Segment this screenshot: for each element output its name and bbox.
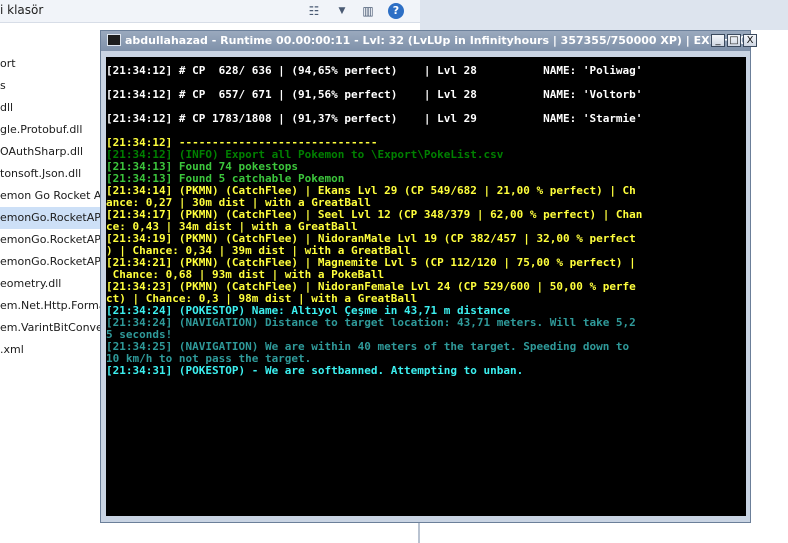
console-window: abdullahazad - Runtime 00.00:00:11 - Lvl… [100,30,788,523]
file-list-item[interactable]: s [0,75,100,97]
console-line: [21:34:31] (POKESTOP) - We are softbanne… [106,364,524,377]
file-list-item[interactable]: tonsoft.Json.dll [0,163,100,185]
file-list-item[interactable]: gle.Protobuf.dll [0,119,100,141]
console-line: [21:34:12] # CP 628/ 636 | (94,65% perfe… [106,64,643,77]
maximize-button[interactable]: □ [727,34,741,47]
help-icon[interactable]: ? [388,3,404,19]
new-folder-button[interactable]: i klasör [0,3,43,17]
file-list-item[interactable]: em.VarintBitConvert [0,317,100,339]
window-title: abdullahazad - Runtime 00.00:00:11 - Lvl… [125,34,788,47]
preview-pane-icon[interactable]: ▥ [360,3,376,19]
window-titlebar[interactable]: abdullahazad - Runtime 00.00:00:11 - Lvl… [101,31,788,51]
desktop-background [420,0,788,30]
console-lines: [21:34:12] # CP 628/ 636 | (94,65% perfe… [106,57,746,516]
file-list-item[interactable]: dll [0,97,100,119]
file-list-item[interactable]: emonGo.RocketAPI.C [0,229,100,251]
explorer-toolbar: i klasör ☷ ▼ ▥ ? [0,0,420,23]
file-list-item[interactable]: eometry.dll [0,273,100,295]
console-output[interactable]: [21:34:12] # CP 628/ 636 | (94,65% perfe… [106,57,746,516]
console-line: [21:34:12] # CP 1783/1808 | (91,37% perf… [106,112,643,125]
console-line: [21:34:12] # CP 657/ 671 | (91,56% perfe… [106,88,643,101]
console-line: [21:34:24] (NAVIGATION) Distance to targ… [106,316,636,329]
file-list-item[interactable]: ort [0,53,100,75]
minimize-button[interactable]: _ [711,34,725,47]
file-list-item[interactable]: emon Go Rocket API. [0,185,100,207]
file-list: ort s dll gle.Protobuf.dll OAuthSharp.dll ton… [0,53,100,373]
file-list-item[interactable]: em.Net.Http.Format [0,295,100,317]
close-button[interactable]: X [743,34,757,47]
view-options-icon[interactable]: ☷ [306,3,322,19]
console-app-icon[interactable] [107,34,121,46]
chevron-down-icon[interactable]: ▼ [334,3,350,19]
file-list-item[interactable]: emonGo.RocketAPI.L [0,251,100,273]
file-list-item[interactable]: .xml [0,339,100,361]
file-list-item[interactable]: emonGo.RocketAPI.C [0,207,100,229]
file-list-item[interactable]: OAuthSharp.dll [0,141,100,163]
